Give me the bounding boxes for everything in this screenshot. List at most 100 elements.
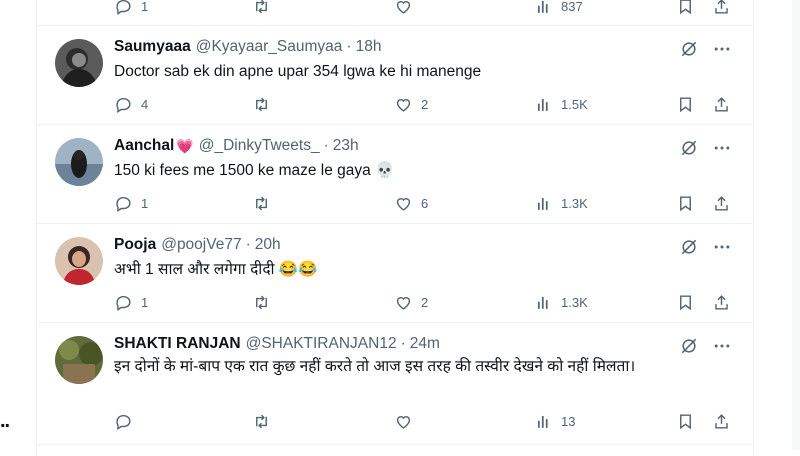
- grok-icon: [681, 239, 697, 255]
- views-icon: [537, 296, 548, 309]
- avatar-image: [55, 138, 103, 186]
- bookmark-icon: [680, 96, 691, 112]
- avatar[interactable]: [55, 237, 103, 285]
- views-icon: [537, 98, 548, 111]
- tweet-header: Pooja @poojVe77 · 20h: [114, 236, 281, 254]
- grok-button[interactable]: [679, 237, 699, 257]
- views-icon: [537, 197, 548, 210]
- separator-dot: ·: [323, 137, 329, 154]
- more-icon: [714, 344, 730, 348]
- timestamp[interactable]: 18h: [356, 38, 382, 56]
- name-emoji: 💗: [176, 137, 194, 154]
- bookmark-button[interactable]: [676, 292, 695, 312]
- more-icon: [714, 245, 730, 249]
- tweet[interactable]: SHAKTI RANJAN @SHAKTIRANJAN12 · 24m इन द…: [37, 323, 753, 445]
- reply-count: 4: [141, 96, 149, 112]
- views-count: 1.5K: [561, 96, 588, 112]
- reply-button[interactable]: 1: [114, 193, 148, 213]
- tweet[interactable]: Aanchal 💗 @_DinkyTweets_ · 23h 150 ki fe…: [37, 125, 753, 224]
- share-button[interactable]: [712, 0, 731, 16]
- retweet-button[interactable]: [252, 292, 279, 312]
- grok-button[interactable]: [679, 39, 699, 59]
- share-button[interactable]: [712, 94, 731, 114]
- share-icon: [715, 0, 728, 14]
- display-name[interactable]: SHAKTI RANJAN: [114, 335, 241, 353]
- views-button[interactable]: 837: [534, 0, 583, 16]
- reply-icon: [116, 196, 131, 212]
- like-icon: [396, 98, 411, 112]
- retweet-button[interactable]: [252, 94, 279, 114]
- more-button[interactable]: [711, 138, 733, 158]
- retweet-button[interactable]: [252, 193, 279, 213]
- retweet-icon: [256, 196, 267, 210]
- user-handle[interactable]: @SHAKTIRANJAN12: [246, 335, 397, 353]
- reply-count: 1: [141, 195, 149, 211]
- tweet[interactable]: Pooja @poojVe77 · 20h अभी 1 साल और लगेगा…: [37, 224, 753, 323]
- tweet-header: SHAKTI RANJAN @SHAKTIRANJAN12 · 24m: [114, 335, 440, 353]
- share-icon: [715, 294, 728, 310]
- views-count: 13: [561, 413, 576, 429]
- avatar-image: [55, 237, 103, 285]
- right-edge-scrollbar[interactable]: [792, 0, 800, 450]
- tweet-partial[interactable]: 1 837: [37, 0, 753, 26]
- grok-icon: [681, 140, 697, 156]
- more-button[interactable]: [711, 237, 733, 257]
- reply-icon: [116, 414, 131, 430]
- timestamp[interactable]: 23h: [333, 137, 359, 155]
- bookmark-button[interactable]: [676, 193, 695, 213]
- like-button[interactable]: 6: [394, 193, 428, 213]
- bookmark-button[interactable]: [676, 94, 695, 114]
- separator-dot: ·: [346, 38, 352, 55]
- avatar[interactable]: [55, 39, 103, 87]
- grok-icon: [681, 338, 697, 354]
- user-handle[interactable]: @_DinkyTweets_: [199, 137, 320, 155]
- display-name[interactable]: Aanchal: [114, 137, 174, 155]
- views-icon: [537, 415, 548, 428]
- tweet-actions: 4 2 1.5K: [114, 94, 734, 114]
- like-button[interactable]: [394, 0, 413, 16]
- views-count: 1.3K: [561, 294, 588, 310]
- bookmark-button[interactable]: [676, 0, 695, 16]
- share-button[interactable]: [712, 292, 731, 312]
- display-name[interactable]: Pooja: [114, 236, 156, 254]
- bookmark-icon: [680, 195, 691, 211]
- avatar[interactable]: [55, 138, 103, 186]
- avatar[interactable]: [55, 336, 103, 384]
- bookmark-button[interactable]: [676, 411, 695, 431]
- left-pane-fragment: ..: [0, 410, 10, 432]
- user-handle[interactable]: @Kyayaar_Saumyaa: [196, 38, 343, 56]
- tweet-actions: 1 837: [114, 0, 734, 16]
- views-button[interactable]: 1.3K: [534, 193, 588, 213]
- views-button[interactable]: 1.3K: [534, 292, 588, 312]
- like-button[interactable]: 2: [394, 94, 428, 114]
- like-button[interactable]: 2: [394, 292, 428, 312]
- timestamp[interactable]: 24m: [410, 335, 440, 353]
- share-button[interactable]: [712, 411, 731, 431]
- grok-button[interactable]: [679, 138, 699, 158]
- tweet-text: इन दोनों के मां-बाप एक रात कुछ नहीं करते…: [114, 358, 636, 375]
- grok-button[interactable]: [679, 336, 699, 356]
- tweet[interactable]: Saumyaaa @Kyayaar_Saumyaa · 18h Doctor s…: [37, 26, 753, 125]
- display-name[interactable]: Saumyaaa: [114, 38, 191, 56]
- user-handle[interactable]: @poojVe77: [161, 236, 241, 254]
- tweet-text: Doctor sab ek din apne upar 354 lgwa ke …: [114, 63, 482, 80]
- reply-count: 1: [141, 294, 149, 310]
- tweet-text: अभी 1 साल और लगेगा दीदी 😂😂: [114, 261, 318, 278]
- timestamp[interactable]: 20h: [255, 236, 281, 254]
- more-icon: [714, 146, 730, 150]
- views-button[interactable]: 1.5K: [534, 94, 588, 114]
- reply-button[interactable]: [114, 411, 141, 431]
- reply-button[interactable]: 1: [114, 0, 148, 16]
- tweet-actions: 13: [114, 411, 734, 431]
- retweet-button[interactable]: [252, 0, 271, 16]
- more-button[interactable]: [711, 336, 733, 356]
- like-button[interactable]: [394, 411, 421, 431]
- share-button[interactable]: [712, 193, 731, 213]
- reply-button[interactable]: 1: [114, 292, 148, 312]
- bookmark-icon: [680, 0, 691, 14]
- bookmark-icon: [680, 294, 691, 310]
- more-button[interactable]: [711, 39, 733, 59]
- retweet-button[interactable]: [252, 411, 279, 431]
- views-button[interactable]: 13: [534, 411, 575, 431]
- reply-button[interactable]: 4: [114, 94, 148, 114]
